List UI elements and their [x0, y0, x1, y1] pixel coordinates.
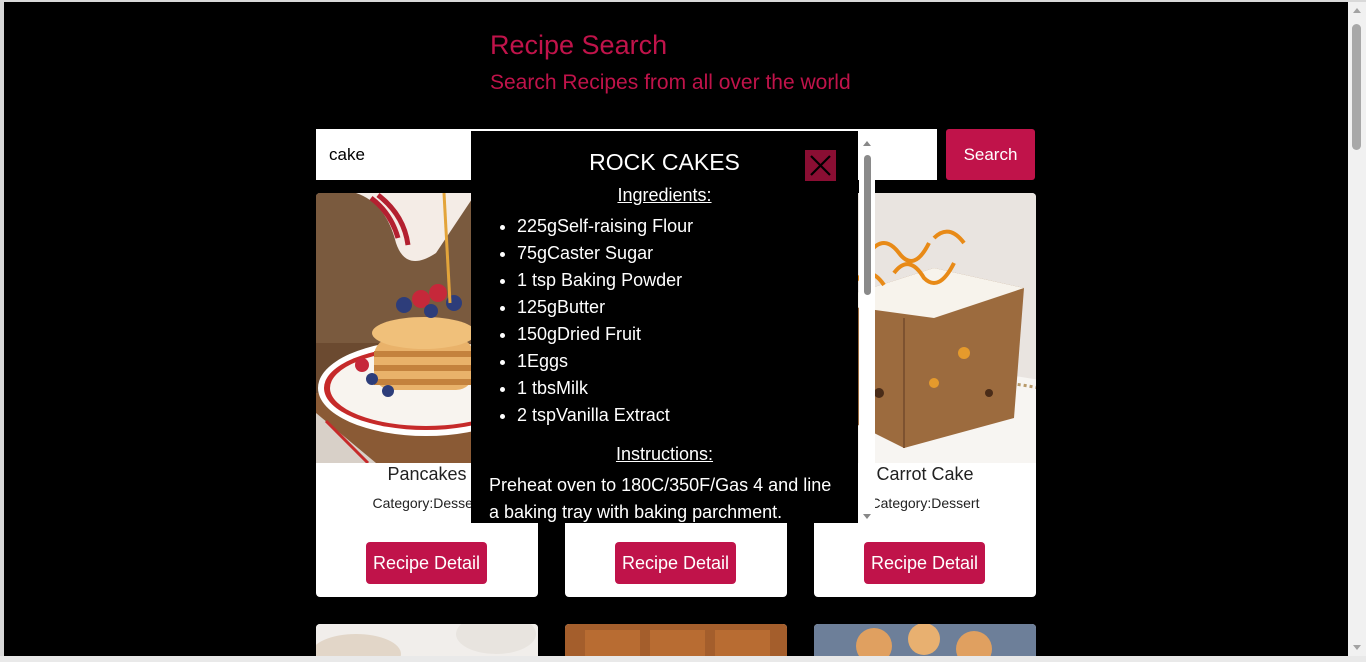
scrollbar-thumb[interactable]: [864, 155, 871, 295]
recipe-card: [814, 624, 1036, 656]
page-subtitle: Search Recipes from all over the world: [490, 71, 851, 94]
ingredients-heading: Ingredients:: [617, 185, 712, 205]
ingredient-item: 225gSelf-raising Flour: [517, 213, 693, 240]
instructions-text: Preheat oven to 180C/350F/Gas 4 and line…: [489, 475, 832, 522]
scroll-up-icon[interactable]: [863, 141, 871, 146]
close-icon: [810, 155, 831, 176]
scroll-down-icon[interactable]: [863, 514, 871, 519]
recipe-image: [316, 624, 538, 656]
ingredient-item: 75gCaster Sugar: [517, 240, 693, 267]
ingredient-item: 2 tspVanilla Extract: [517, 402, 693, 429]
recipe-card: [316, 624, 538, 656]
search-button[interactable]: Search: [946, 129, 1035, 180]
recipe-detail-button[interactable]: Recipe Detail: [615, 542, 736, 584]
scrollbar-thumb[interactable]: [1352, 24, 1361, 150]
recipe-card: [565, 624, 787, 656]
recipe-detail-button[interactable]: Recipe Detail: [864, 542, 985, 584]
ingredient-item: 1 tsp Baking Powder: [517, 267, 693, 294]
modal-title: ROCK CAKES: [589, 149, 740, 175]
ingredient-item: 1 tbsMilk: [517, 375, 693, 402]
ingredients-list: 225gSelf-raising Flour 75gCaster Sugar 1…: [495, 213, 693, 429]
horizontal-scrollbar: [0, 656, 1366, 662]
card-category-label: Category:: [870, 495, 932, 511]
page-scrollbar[interactable]: [1348, 2, 1366, 656]
modal-scrollbar[interactable]: [859, 133, 875, 521]
ingredient-item: 125gButter: [517, 294, 693, 321]
recipe-modal: ROCK CAKES Ingredients: 225gSelf-raising…: [471, 131, 858, 523]
ingredient-item: 150gDried Fruit: [517, 321, 693, 348]
page-title: Recipe Search: [490, 30, 668, 60]
ingredient-item: 1Eggs: [517, 348, 693, 375]
recipe-detail-button[interactable]: Recipe Detail: [366, 542, 487, 584]
instructions-heading: Instructions:: [615, 444, 714, 464]
close-button[interactable]: [805, 150, 836, 181]
card-category-label: Category:: [372, 495, 434, 511]
scroll-up-icon[interactable]: [1353, 8, 1361, 13]
recipe-image: [814, 624, 1036, 656]
card-category-value: Dessert: [931, 495, 980, 511]
scroll-down-icon[interactable]: [1353, 645, 1361, 650]
recipe-image: [565, 624, 787, 656]
